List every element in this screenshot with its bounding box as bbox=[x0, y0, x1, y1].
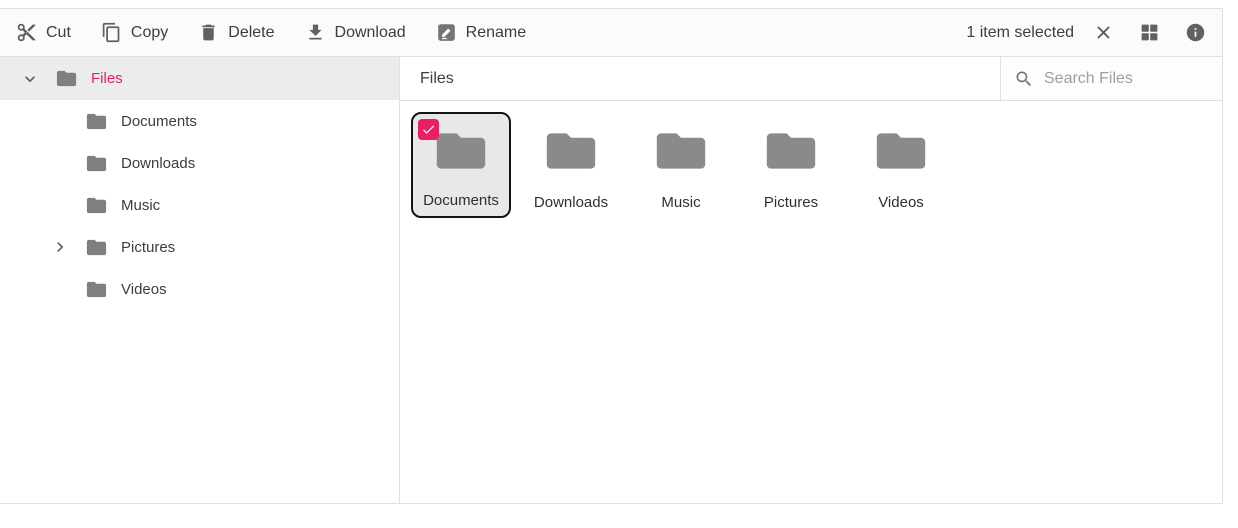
app-body: Files Documents Downloads Music Pictures… bbox=[0, 57, 1222, 503]
grid-view-icon bbox=[1141, 24, 1157, 41]
toolbar-right: 1 item selected bbox=[966, 22, 1206, 44]
sidebar-item-files[interactable]: Files bbox=[0, 57, 399, 100]
search-box[interactable] bbox=[1000, 57, 1222, 100]
file-grid: Documents Downloads Music Pictures Video… bbox=[400, 101, 1222, 503]
sidebar-item-label: Files bbox=[91, 70, 123, 87]
clear-selection-button[interactable] bbox=[1092, 22, 1114, 44]
toolbar-actions: Cut Copy Delete Download Rename bbox=[16, 22, 526, 43]
file-tile-pictures[interactable]: Pictures bbox=[741, 112, 841, 218]
folder-icon bbox=[85, 110, 108, 133]
main-panel: Files Documents bbox=[400, 57, 1222, 503]
folder-icon bbox=[874, 129, 928, 173]
file-tile-label: Downloads bbox=[533, 194, 609, 211]
rename-button[interactable]: Rename bbox=[436, 22, 526, 43]
sidebar-item-pictures[interactable]: Pictures bbox=[0, 226, 399, 268]
sidebar-item-downloads[interactable]: Downloads bbox=[0, 142, 399, 184]
main-header: Files bbox=[400, 57, 1222, 101]
info-icon bbox=[1186, 23, 1204, 42]
file-tile-documents[interactable]: Documents bbox=[411, 112, 511, 218]
file-tile-downloads[interactable]: Downloads bbox=[521, 112, 621, 218]
sidebar-item-documents[interactable]: Documents bbox=[0, 100, 399, 142]
trash-icon bbox=[202, 24, 215, 41]
download-button[interactable]: Download bbox=[305, 22, 406, 43]
search-icon bbox=[1016, 71, 1032, 86]
folder-icon bbox=[764, 129, 818, 173]
grid-view-button[interactable] bbox=[1138, 22, 1160, 44]
chevron-right-icon[interactable] bbox=[50, 237, 70, 257]
toolbar: Cut Copy Delete Download Rename 1 item s… bbox=[0, 9, 1222, 57]
file-tile-label: Pictures bbox=[763, 194, 819, 211]
sidebar-item-label: Videos bbox=[121, 280, 167, 298]
folder-icon bbox=[654, 129, 708, 173]
folder-icon bbox=[85, 278, 108, 301]
scissors-icon bbox=[17, 23, 36, 42]
copy-label: Copy bbox=[130, 23, 169, 41]
folder-icon bbox=[85, 152, 108, 175]
download-label: Download bbox=[334, 23, 406, 41]
folder-icon bbox=[85, 194, 108, 217]
delete-button[interactable]: Delete bbox=[198, 22, 275, 43]
file-tile-label: Music bbox=[661, 194, 701, 211]
rename-icon bbox=[437, 24, 455, 41]
chevron-slot bbox=[50, 153, 70, 173]
file-tile-music[interactable]: Music bbox=[631, 112, 731, 218]
delete-label: Delete bbox=[228, 23, 275, 41]
cut-label: Cut bbox=[46, 23, 71, 41]
info-button[interactable] bbox=[1184, 22, 1206, 44]
check-icon bbox=[423, 125, 435, 134]
selected-checkbox[interactable] bbox=[418, 119, 439, 140]
copy-button[interactable]: Copy bbox=[101, 22, 168, 43]
close-icon bbox=[1096, 26, 1110, 39]
folder-icon bbox=[544, 129, 598, 173]
breadcrumb: Files bbox=[420, 69, 454, 87]
selection-status: 1 item selected bbox=[966, 23, 1074, 41]
sidebar-item-label: Documents bbox=[121, 112, 197, 130]
sidebar-item-label: Pictures bbox=[121, 238, 176, 256]
search-input[interactable] bbox=[1044, 69, 1204, 88]
chevron-down-icon[interactable] bbox=[20, 69, 40, 89]
cut-button[interactable]: Cut bbox=[16, 22, 71, 43]
file-tile-label: Videos bbox=[878, 194, 924, 211]
download-icon bbox=[308, 24, 322, 40]
file-manager-app: Cut Copy Delete Download Rename 1 item s… bbox=[0, 8, 1223, 504]
sidebar-item-label: Music bbox=[121, 196, 161, 214]
sidebar-item-music[interactable]: Music bbox=[0, 184, 399, 226]
folder-icon bbox=[55, 67, 78, 90]
folder-icon bbox=[85, 236, 108, 259]
chevron-slot bbox=[50, 279, 70, 299]
copy-icon bbox=[102, 22, 120, 43]
rename-label: Rename bbox=[465, 23, 527, 41]
file-tile-label: Documents bbox=[423, 192, 499, 209]
sidebar: Files Documents Downloads Music Pictures… bbox=[0, 57, 400, 503]
sidebar-item-videos[interactable]: Videos bbox=[0, 268, 399, 310]
chevron-slot bbox=[50, 111, 70, 131]
sidebar-item-label: Downloads bbox=[121, 154, 196, 172]
file-tile-videos[interactable]: Videos bbox=[851, 112, 951, 218]
chevron-slot bbox=[50, 195, 70, 215]
folder-icon bbox=[434, 129, 488, 173]
